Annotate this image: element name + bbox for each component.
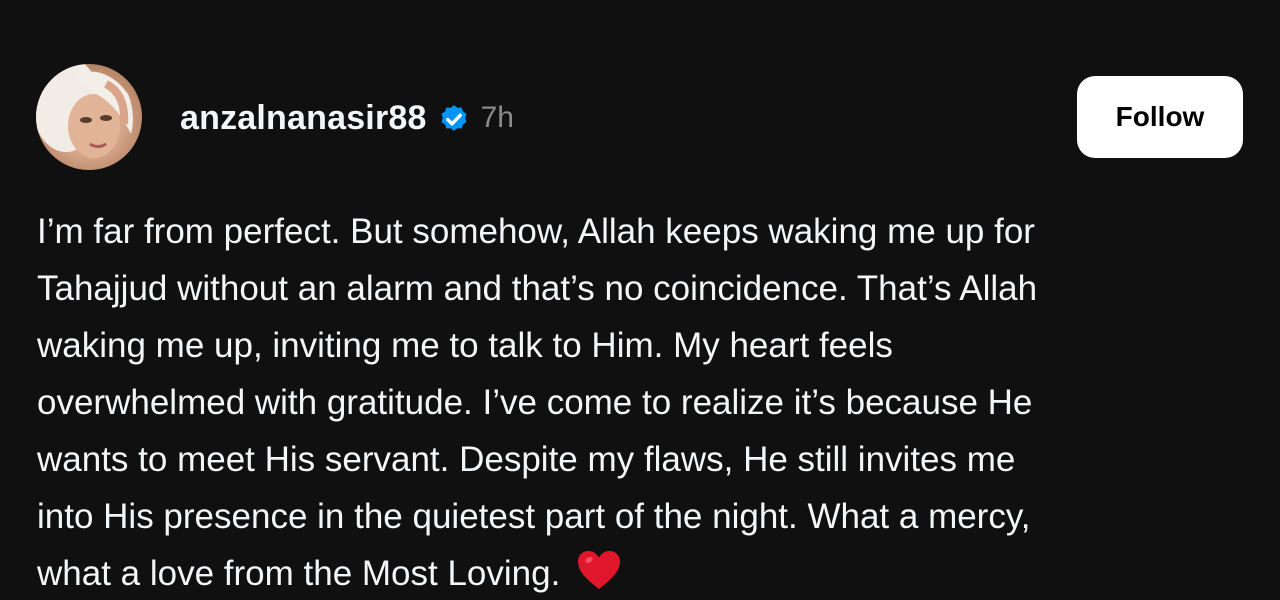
post-text-line: overwhelmed with gratitude. I’ve come to…	[37, 383, 1033, 422]
post-text-line: what a love from the Most Loving.	[37, 554, 561, 593]
post-text-line: into His presence in the quietest part o…	[37, 497, 1031, 536]
avatar-image	[36, 64, 133, 158]
thread-post: anzalnanasir88 7h Follow I’m far from pe…	[0, 0, 1280, 600]
verified-badge-icon	[437, 101, 471, 135]
post-text-line: waking me up, inviting me to talk to Him…	[37, 326, 893, 365]
post-body: I’m far from perfect. But somehow, Allah…	[37, 203, 1237, 600]
post-text-line: wants to meet His servant. Despite my fl…	[37, 440, 1016, 479]
post-time: 7h	[480, 101, 514, 134]
follow-button[interactable]: Follow	[1077, 76, 1243, 158]
post-text-line: I’m far from perfect. But somehow, Allah…	[37, 212, 1035, 251]
username[interactable]: anzalnanasir88	[180, 99, 427, 138]
post-text-line: Tahajjud without an alarm and that’s no …	[37, 269, 1038, 308]
post-header: anzalnanasir88 7h	[180, 96, 514, 140]
post-text-line-last: what a love from the Most Loving.	[37, 545, 1237, 600]
avatar[interactable]	[36, 64, 142, 170]
heart-icon	[576, 549, 622, 591]
